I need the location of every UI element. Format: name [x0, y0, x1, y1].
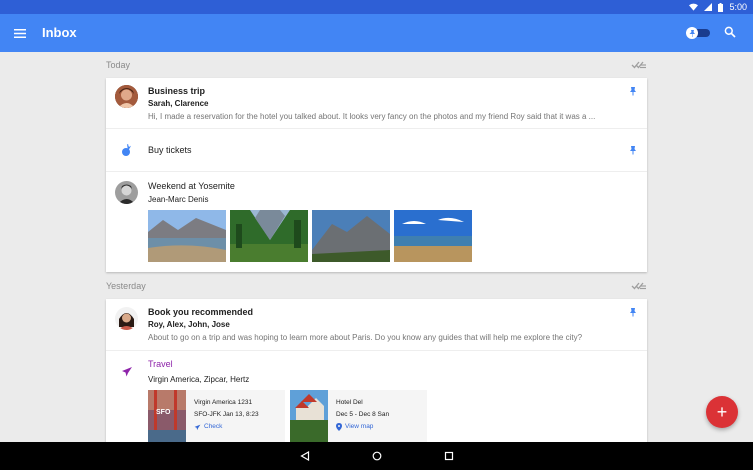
pin-toggle-icon [686, 27, 710, 39]
menu-button[interactable] [12, 25, 28, 41]
photo-thumbnail[interactable] [312, 210, 390, 262]
home-icon[interactable] [372, 451, 382, 461]
sweep-icon[interactable] [631, 59, 647, 71]
avatar [115, 307, 138, 330]
reminder-icon [122, 144, 131, 156]
inbox-list[interactable]: Today Business trip Sarah, Clarence Hi, … [0, 52, 753, 442]
system-nav-bar [0, 442, 753, 470]
flight-card[interactable]: Virgin America 1231 SFO-JFK Jan 13, 8:23… [148, 390, 285, 442]
hotel-action-label: View map [345, 423, 374, 430]
airplane-icon [122, 367, 132, 377]
hotel-card[interactable]: Hotel Del Dec 5 - Dec 8 San View map [290, 390, 427, 442]
section-header-yesterday: Yesterday [106, 274, 647, 298]
list-item[interactable]: Book you recommended Roy, Alex, John, Jo… [106, 299, 647, 351]
yesterday-card: Book you recommended Roy, Alex, John, Jo… [106, 299, 647, 442]
bundle-senders: Virgin America, Zipcar, Hertz [148, 375, 250, 384]
flight-thumb-label: SFO [156, 409, 171, 416]
flight-detail: SFO-JFK Jan 13, 8:23 [194, 411, 259, 418]
map-pin-icon [336, 423, 342, 431]
email-from: Roy, Alex, John, Jose [148, 320, 230, 329]
wifi-icon [689, 3, 699, 11]
list-item[interactable]: Business trip Sarah, Clarence Hi, I made… [106, 78, 647, 129]
email-from: Jean-Marc Denis [148, 195, 209, 204]
photo-thumbnail[interactable] [230, 210, 308, 262]
bundle-travel[interactable]: Travel Virgin America, Zipcar, Hertz Vir… [106, 351, 647, 442]
sweep-icon[interactable] [631, 280, 647, 292]
search-button[interactable] [724, 25, 740, 41]
bundle-title: Travel [148, 359, 173, 369]
flight-check-link[interactable]: Check [194, 421, 259, 433]
hotel-title: Hotel Del [336, 399, 363, 406]
compose-fab[interactable]: + [706, 396, 738, 428]
hotel-detail: Dec 5 - Dec 8 San [336, 411, 390, 418]
recents-icon[interactable] [444, 451, 454, 461]
flight-action-label: Check [204, 423, 223, 430]
menu-icon [14, 28, 26, 38]
avatar [115, 181, 138, 204]
back-icon[interactable] [299, 451, 310, 461]
email-subject: Business trip [148, 86, 206, 96]
section-label-yesterday: Yesterday [106, 281, 146, 291]
photo-thumbnail[interactable] [148, 210, 226, 262]
cell-signal-icon [704, 3, 713, 11]
pin-icon[interactable] [629, 86, 637, 96]
avatar [115, 85, 138, 108]
email-subject: Weekend at Yosemite [148, 181, 235, 191]
pin-icon[interactable] [629, 307, 637, 317]
section-header-today: Today [106, 53, 647, 77]
email-subject: Book you recommended [148, 307, 254, 317]
section-label-today: Today [106, 60, 131, 70]
email-snippet: About to go on a trip and was hoping to … [148, 333, 583, 342]
pin-icon[interactable] [629, 145, 637, 155]
app-bar: Inbox [0, 14, 753, 52]
email-from: Sarah, Clarence [148, 99, 209, 108]
view-map-link[interactable]: View map [336, 421, 389, 433]
battery-icon [718, 2, 724, 12]
plus-icon: + [716, 402, 728, 422]
email-subject: Buy tickets [148, 145, 192, 155]
app-title: Inbox [42, 25, 77, 40]
list-item[interactable]: Buy tickets [106, 129, 647, 172]
photo-strip [148, 210, 472, 262]
hotel-thumbnail [290, 390, 328, 442]
email-snippet: Hi, I made a reservation for the hotel y… [148, 112, 596, 121]
flight-thumbnail [148, 390, 186, 442]
flight-title: Virgin America 1231 [194, 399, 253, 406]
airplane-small-icon [194, 424, 201, 430]
status-time: 5:00 [729, 2, 747, 12]
photo-thumbnail[interactable] [394, 210, 472, 262]
pin-toggle[interactable] [684, 26, 712, 40]
today-card: Business trip Sarah, Clarence Hi, I made… [106, 78, 647, 272]
list-item[interactable]: Weekend at Yosemite Jean-Marc Denis [106, 172, 647, 272]
status-bar: 5:00 [0, 0, 753, 14]
search-icon [724, 26, 736, 38]
